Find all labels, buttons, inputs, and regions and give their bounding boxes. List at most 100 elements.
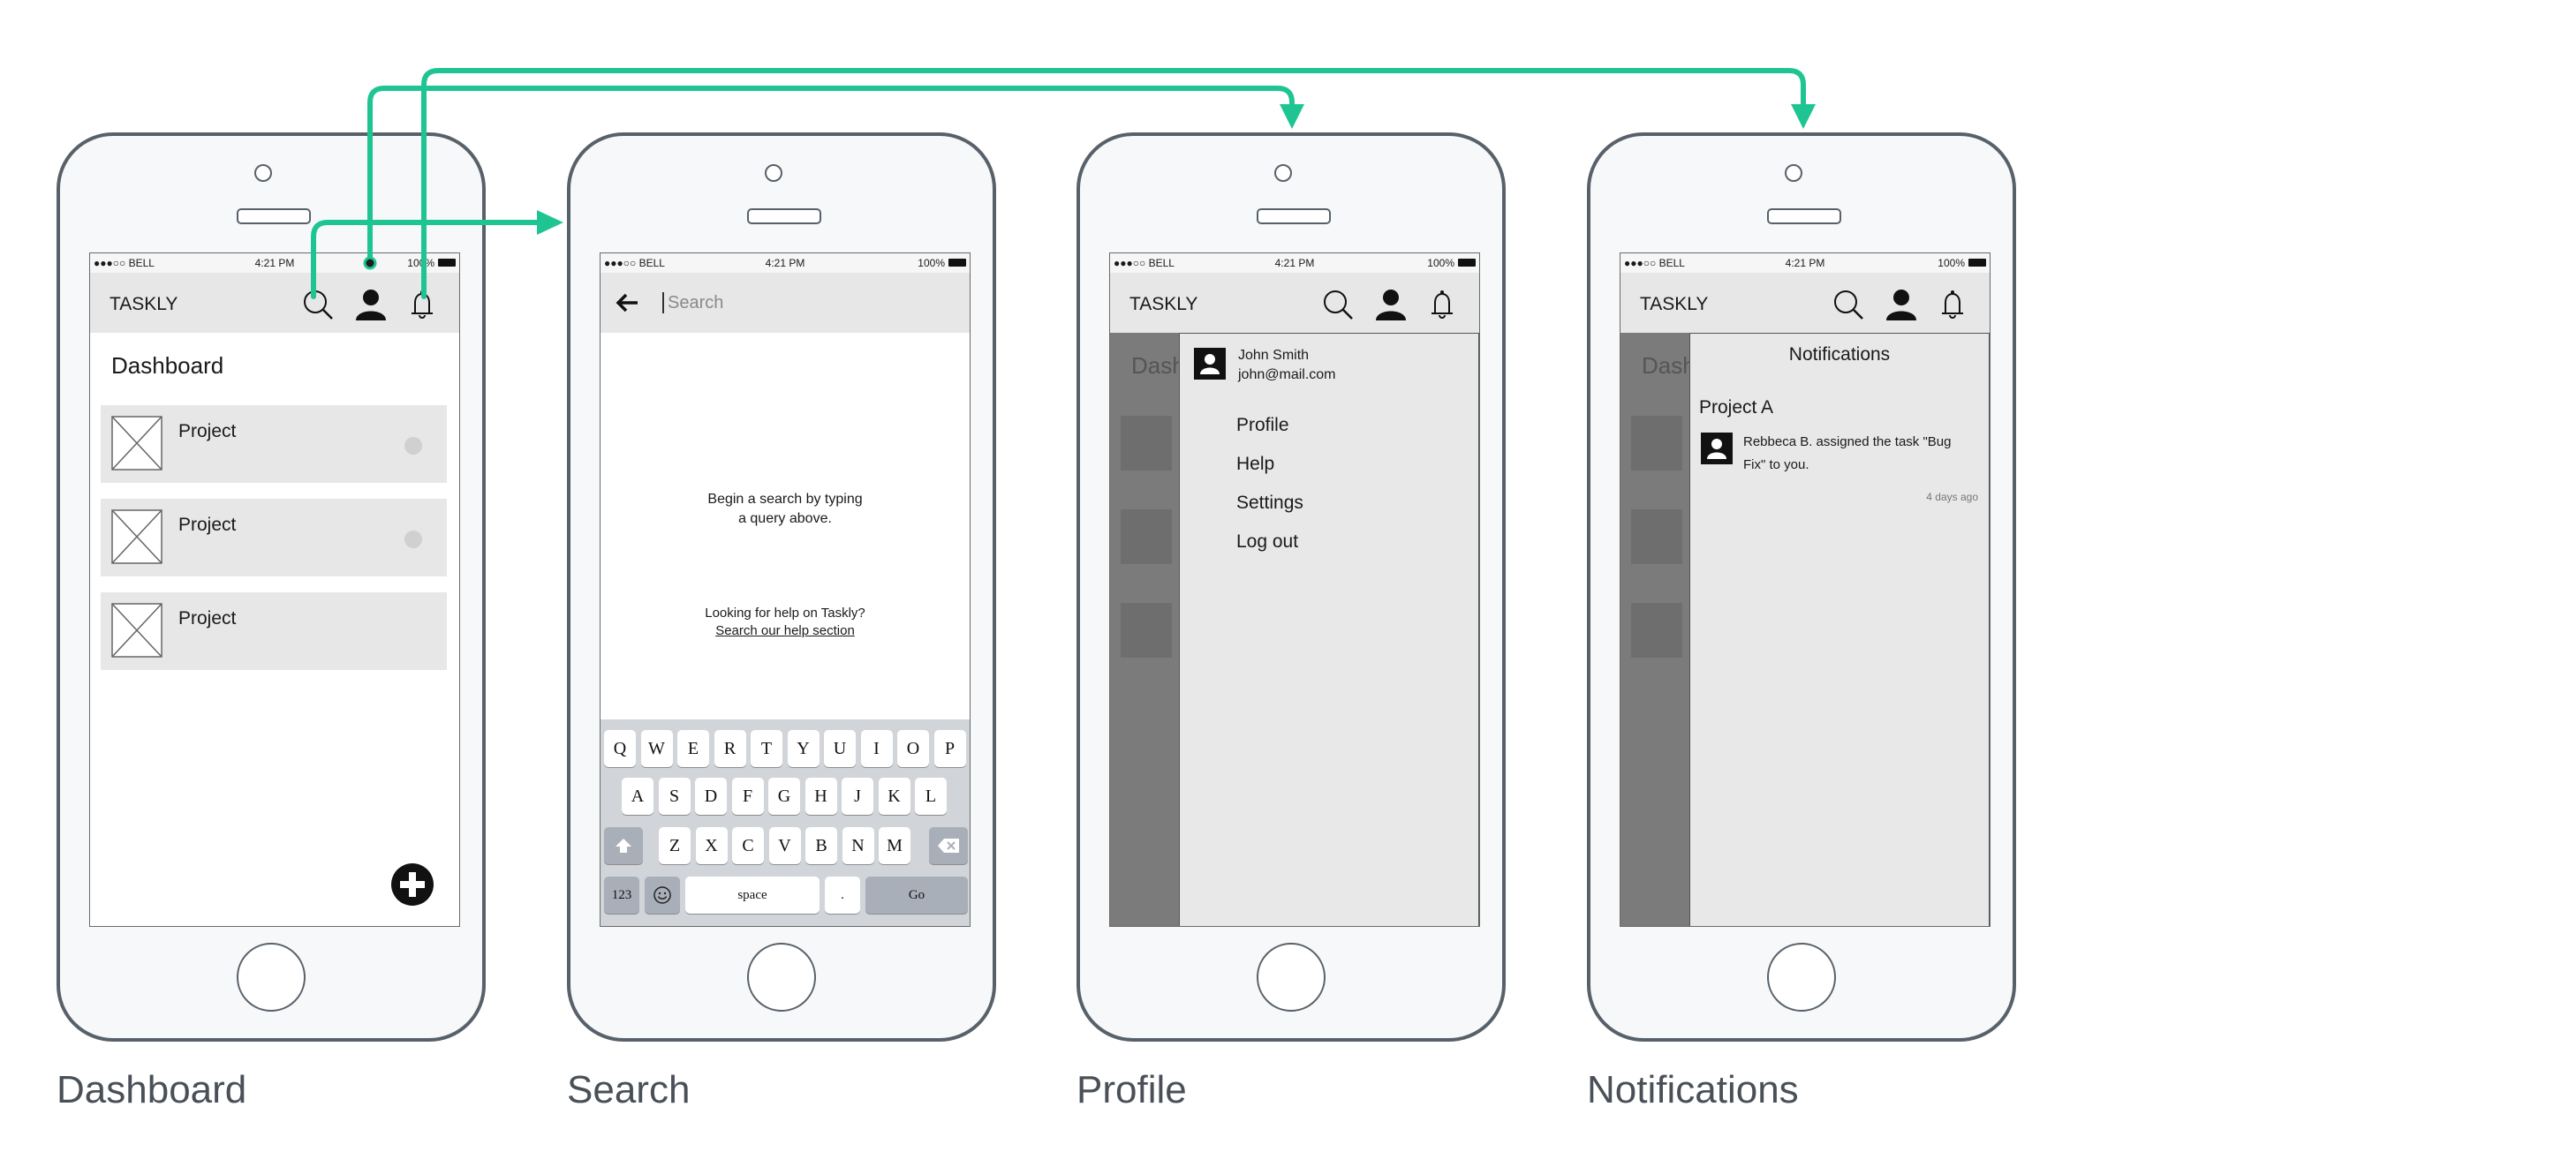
space-key[interactable]: space xyxy=(685,877,820,914)
backspace-icon xyxy=(938,839,959,853)
key-s[interactable]: S xyxy=(658,778,691,815)
front-camera xyxy=(1274,164,1292,182)
battery-icon xyxy=(1458,259,1476,267)
key-o[interactable]: O xyxy=(897,730,929,767)
menu-item-logout[interactable]: Log out xyxy=(1236,531,1298,553)
arrowhead xyxy=(537,210,563,235)
key-x[interactable]: X xyxy=(695,827,728,864)
key-p[interactable]: P xyxy=(933,730,966,767)
key-i[interactable]: I xyxy=(860,730,893,767)
menu-item-help[interactable]: Help xyxy=(1236,454,1274,475)
key-f[interactable]: F xyxy=(731,778,764,815)
shift-key[interactable] xyxy=(604,827,643,864)
image-placeholder-icon xyxy=(111,416,162,471)
background-title: Dash xyxy=(1131,352,1185,379)
key-n[interactable]: N xyxy=(842,827,874,864)
profile-screen: ●●●○○ BELL 4:21 PM 100% TASKLY Dash John… xyxy=(1109,252,1480,927)
key-g[interactable]: G xyxy=(768,778,800,815)
notifications-panel: Notifications Project A Rebbeca B. assig… xyxy=(1689,333,1990,926)
key-a[interactable]: A xyxy=(622,778,653,815)
app-bar: TASKLY xyxy=(1110,273,1479,333)
key-v[interactable]: V xyxy=(768,827,801,864)
key-e[interactable]: E xyxy=(677,730,709,767)
battery-icon xyxy=(1968,259,1986,267)
phone-notifications: ●●●○○ BELL 4:21 PM 100% TASKLY Dash Noti… xyxy=(1587,132,2016,1042)
bell-icon[interactable] xyxy=(1935,287,1970,322)
period-key[interactable]: . xyxy=(825,877,860,914)
user-icon[interactable] xyxy=(1373,287,1409,322)
shift-icon xyxy=(616,839,631,853)
clock: 4:21 PM xyxy=(254,257,295,269)
status-bar: ●●●○○ BELL 4:21 PM 100% xyxy=(90,253,459,273)
bell-icon[interactable] xyxy=(1424,287,1460,322)
key-d[interactable]: D xyxy=(695,778,727,815)
caption-profile: Profile xyxy=(1076,1068,1187,1111)
backspace-key[interactable] xyxy=(929,827,968,864)
clock: 4:21 PM xyxy=(1274,257,1315,269)
project-label: Project xyxy=(178,608,237,629)
emoji-icon xyxy=(653,886,671,904)
help-text: Looking for help on Taskly? Search our h… xyxy=(601,605,970,640)
search-icon[interactable] xyxy=(1320,287,1356,322)
battery-label: 100% xyxy=(918,257,945,269)
front-camera xyxy=(765,164,782,182)
caption-search: Search xyxy=(567,1068,691,1111)
menu-item-profile[interactable]: Profile xyxy=(1236,415,1289,436)
battery-label: 100% xyxy=(407,257,434,269)
back-arrow-icon[interactable] xyxy=(615,292,639,313)
notifications-screen: ●●●○○ BELL 4:21 PM 100% TASKLY Dash Noti… xyxy=(1620,252,1991,927)
add-icon[interactable] xyxy=(390,862,434,907)
caption-dashboard: Dashboard xyxy=(57,1068,247,1111)
caption-notifications: Notifications xyxy=(1587,1068,1799,1111)
key-r[interactable]: R xyxy=(714,730,746,767)
key-k[interactable]: K xyxy=(878,778,910,815)
speaker xyxy=(1257,208,1331,224)
numbers-key[interactable]: 123 xyxy=(604,877,639,914)
front-camera xyxy=(1785,164,1802,182)
key-l[interactable]: L xyxy=(915,778,947,815)
key-u[interactable]: U xyxy=(824,730,856,767)
go-key[interactable]: Go xyxy=(865,877,968,914)
background-thumbnail xyxy=(1631,603,1682,658)
arrowhead xyxy=(1280,104,1304,129)
key-m[interactable]: M xyxy=(879,827,910,864)
help-link[interactable]: Search our help section xyxy=(601,622,970,640)
phone-search: ●●●○○ BELL 4:21 PM 100% Search Begin a s… xyxy=(567,132,996,1042)
key-t[interactable]: T xyxy=(751,730,782,767)
background-title: Dash xyxy=(1642,352,1696,379)
key-j[interactable]: J xyxy=(842,778,873,815)
emoji-key[interactable] xyxy=(645,877,680,914)
key-z[interactable]: Z xyxy=(659,827,691,864)
background-thumbnail xyxy=(1121,603,1172,658)
status-bar: ●●●○○ BELL 4:21 PM 100% xyxy=(1110,253,1479,273)
help-question: Looking for help on Taskly? xyxy=(705,606,865,621)
background-thumbnail xyxy=(1121,509,1172,564)
notification-item[interactable]: Rebbeca B. assigned the task "Bug Fix" t… xyxy=(1743,431,1983,477)
key-h[interactable]: H xyxy=(805,778,837,815)
menu-item-settings[interactable]: Settings xyxy=(1236,493,1303,514)
key-w[interactable]: W xyxy=(640,730,673,767)
project-card[interactable]: Project xyxy=(101,499,447,576)
key-b[interactable]: B xyxy=(805,827,837,864)
project-label: Project xyxy=(178,515,237,535)
background-thumbnail xyxy=(1631,416,1682,471)
bell-icon[interactable] xyxy=(404,287,440,322)
project-card[interactable]: Project xyxy=(101,592,447,670)
user-icon[interactable] xyxy=(353,287,389,322)
key-y[interactable]: Y xyxy=(787,730,820,767)
status-dot xyxy=(404,437,422,455)
brand-label: TASKLY xyxy=(110,294,178,314)
empty-line: a query above. xyxy=(738,511,832,526)
project-card[interactable]: Project xyxy=(101,405,447,483)
user-icon[interactable] xyxy=(1884,287,1919,322)
speaker xyxy=(237,208,311,224)
search-icon[interactable] xyxy=(300,287,336,322)
image-placeholder-icon xyxy=(111,603,162,658)
key-c[interactable]: C xyxy=(732,827,764,864)
search-input[interactable]: Search xyxy=(662,292,723,313)
home-button xyxy=(1767,943,1836,1012)
image-placeholder-icon xyxy=(111,509,162,564)
search-icon[interactable] xyxy=(1831,287,1866,322)
background-thumbnail xyxy=(1631,509,1682,564)
key-q[interactable]: Q xyxy=(604,730,636,767)
